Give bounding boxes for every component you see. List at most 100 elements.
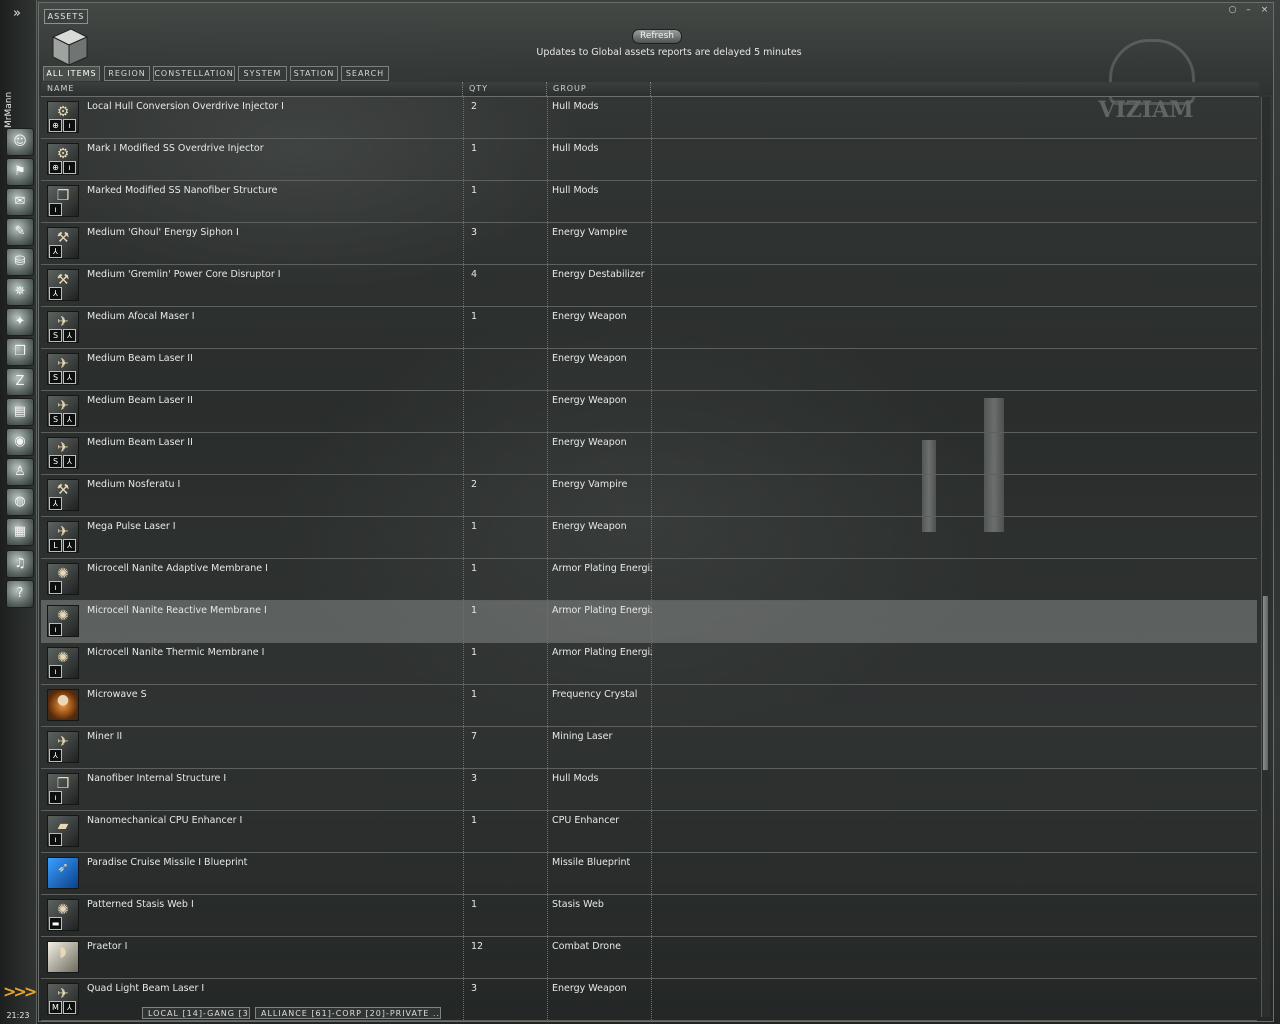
column-divider xyxy=(547,895,548,936)
column-divider xyxy=(547,769,548,810)
window-caption[interactable]: ASSETS xyxy=(44,9,88,24)
tab-constellation[interactable]: CONSTELLATION xyxy=(153,66,235,81)
item-slot-badges: S ⅄ xyxy=(49,329,77,342)
window-options-icon[interactable]: ○ xyxy=(1227,5,1238,16)
table-row[interactable]: ● Microwave S 1 Frequency Crystal xyxy=(41,685,1257,727)
help-icon[interactable]: ◉ xyxy=(6,428,34,456)
starmap-icon[interactable]: ◍ xyxy=(6,488,34,516)
tab-all-items[interactable]: ALL ITEMS xyxy=(43,66,100,81)
scrollbar-thumb[interactable] xyxy=(1262,595,1269,771)
tab-region[interactable]: REGION xyxy=(104,66,150,81)
table-row[interactable]: ✺ ı Microcell Nanite Adaptive Membrane I 1 A… xyxy=(41,559,1257,601)
map-icon[interactable]: ✵ xyxy=(6,278,34,306)
cpu-enhancer-icon: ▰ ı xyxy=(47,815,79,847)
column-divider xyxy=(651,559,652,600)
window-close-icon[interactable]: × xyxy=(1259,5,1270,16)
table-row[interactable]: ➶ Paradise Cruise Missile I Blueprint Miss… xyxy=(41,853,1257,895)
cell-qty: 1 xyxy=(471,563,478,574)
notepad-icon[interactable]: ✎ xyxy=(6,218,34,246)
item-slot-badges: ı xyxy=(49,203,63,216)
expand-neocom-button[interactable]: » xyxy=(8,6,26,22)
column-divider xyxy=(651,139,652,180)
column-divider xyxy=(463,601,464,642)
column-divider xyxy=(547,685,548,726)
table-row[interactable]: ⚙ ⊕ ı Local Hull Conversion Overdrive Injec… xyxy=(41,97,1257,139)
audio-icon[interactable]: ♫ xyxy=(6,550,34,578)
column-divider xyxy=(463,853,464,894)
assets-cube-icon xyxy=(51,28,89,66)
science-industry-icon[interactable]: Z xyxy=(6,368,34,396)
slot-badge: ⅄ xyxy=(49,245,62,258)
chat-tab-alliance[interactable]: ALLIANCE [61]-CORP [20]-PRIVATE ... xyxy=(255,1007,441,1019)
cell-name: Nanofiber Internal Structure I xyxy=(87,773,227,784)
tab-search[interactable]: SEARCH xyxy=(341,66,389,81)
column-divider xyxy=(463,517,464,558)
table-row[interactable]: ⚒ ⅄ Medium 'Ghoul' Energy Siphon I 3 Energy … xyxy=(41,223,1257,265)
column-header-group[interactable]: GROUP xyxy=(547,82,651,96)
journal-icon[interactable]: ✦ xyxy=(6,308,34,336)
column-divider xyxy=(651,517,652,558)
column-divider xyxy=(463,769,464,810)
chat-tab-local[interactable]: LOCAL [14]-GANG [3] xyxy=(142,1007,250,1019)
mail-icon[interactable]: ✉ xyxy=(6,188,34,216)
combat-drone-icon: ◗ xyxy=(47,941,79,973)
table-row[interactable]: ✺ ı Microcell Nanite Thermic Membrane I 1 Ar… xyxy=(41,643,1257,685)
market-icon[interactable]: ⛁ xyxy=(6,248,34,276)
table-row[interactable]: ✺ ı Microcell Nanite Reactive Membrane I 1 A… xyxy=(41,601,1257,643)
column-divider xyxy=(547,307,548,348)
character-sheet-icon[interactable]: ☺ xyxy=(6,128,34,156)
cell-qty: 4 xyxy=(471,269,478,280)
table-row[interactable]: ◗ Praetor I 12 Combat Drone xyxy=(41,937,1257,979)
table-row[interactable]: ✈ S ⅄ Medium Afocal Maser I 1 Energy Weapon xyxy=(41,307,1257,349)
slot-badge: ı xyxy=(49,665,62,678)
cell-group: CPU Enhancer xyxy=(552,815,620,826)
table-row[interactable]: ✈ ⅄ Miner II 7 Mining Laser xyxy=(41,727,1257,769)
question-icon[interactable]: ? xyxy=(6,580,34,608)
column-divider xyxy=(651,811,652,852)
people-places-icon[interactable]: ⚑ xyxy=(6,158,34,186)
vertical-scrollbar[interactable] xyxy=(1261,97,1270,1017)
overdrive-injector-icon: ⚙ ⊕ ı xyxy=(47,143,79,175)
cell-name: Local Hull Conversion Overdrive Injector… xyxy=(87,101,284,112)
column-header-qty[interactable]: QTY xyxy=(463,82,547,96)
cell-group: Mining Laser xyxy=(552,731,613,742)
table-row[interactable]: ✈ S ⅄ Medium Beam Laser II Energy Weapon xyxy=(41,391,1257,433)
neocom-arrows-icon[interactable]: >>> xyxy=(3,982,37,1002)
fitting-icon[interactable]: ▦ xyxy=(6,518,34,546)
refresh-button[interactable]: Refresh xyxy=(632,29,682,44)
assets-icon[interactable]: ❒ xyxy=(6,338,34,366)
table-row[interactable]: ⚒ ⅄ Medium 'Gremlin' Power Core Disruptor … xyxy=(41,265,1257,307)
item-slot-badges: S ⅄ xyxy=(49,371,77,384)
item-slot-badges: L ⅄ xyxy=(49,539,77,552)
slot-badge: S xyxy=(49,329,62,342)
corporation-icon[interactable]: ♙ xyxy=(6,458,34,486)
item-slot-badges: ı xyxy=(49,581,63,594)
slot-badge: ⅄ xyxy=(63,371,76,384)
table-row[interactable]: ❒ ı Marked Modified SS Nanofiber Structure… xyxy=(41,181,1257,223)
cell-name: Medium Beam Laser II xyxy=(87,437,193,448)
cell-group: Energy Weapon xyxy=(552,437,627,448)
cell-group: Armor Plating Energiz... xyxy=(552,647,652,658)
table-row[interactable]: ✈ S ⅄ Medium Beam Laser II Energy Weapon xyxy=(41,433,1257,475)
table-row[interactable]: ⚒ ⅄ Medium Nosferatu I 2 Energy Vampire xyxy=(41,475,1257,517)
table-row[interactable]: ✺ ▬ Patterned Stasis Web I 1 Stasis Web xyxy=(41,895,1257,937)
wallet-icon[interactable]: ▤ xyxy=(6,398,34,426)
table-row[interactable]: ✈ L ⅄ Mega Pulse Laser I 1 Energy Weapon xyxy=(41,517,1257,559)
tab-system[interactable]: SYSTEM xyxy=(238,66,287,81)
table-row[interactable]: ❒ ı Nanofiber Internal Structure I 3 Hull Mo… xyxy=(41,769,1257,811)
column-divider xyxy=(651,937,652,978)
window-minimize-icon[interactable]: – xyxy=(1243,5,1254,16)
slot-badge: ⅄ xyxy=(63,539,76,552)
slot-badge: ⅄ xyxy=(49,749,62,762)
nanofiber-structure-icon: ❒ ı xyxy=(47,185,79,217)
column-divider xyxy=(547,937,548,978)
table-row[interactable]: ⚙ ⊕ ı Mark I Modified SS Overdrive Injector… xyxy=(41,139,1257,181)
table-row[interactable]: ▰ ı Nanomechanical CPU Enhancer I 1 CPU Enha… xyxy=(41,811,1257,853)
item-slot-badges: ⅄ xyxy=(49,287,63,300)
tab-station[interactable]: STATION xyxy=(290,66,338,81)
cell-qty: 1 xyxy=(471,647,478,658)
table-row[interactable]: ✈ S ⅄ Medium Beam Laser II Energy Weapon xyxy=(41,349,1257,391)
column-header-name[interactable]: NAME xyxy=(41,82,463,96)
cell-group: Energy Weapon xyxy=(552,983,627,994)
cell-group: Energy Weapon xyxy=(552,521,627,532)
